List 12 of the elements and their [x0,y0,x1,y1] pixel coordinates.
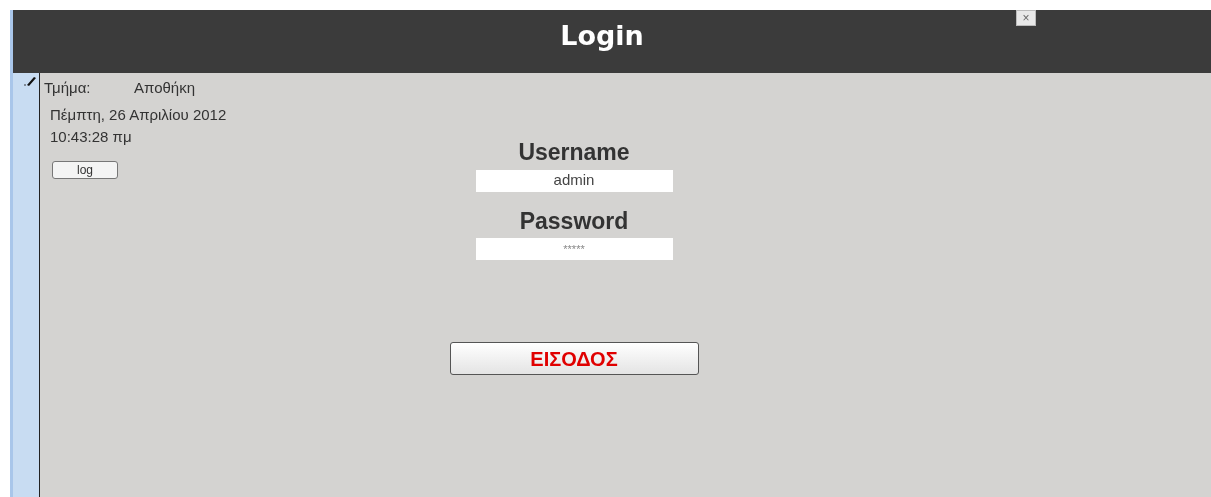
password-field[interactable]: ***** [475,238,673,260]
password-label: Password [519,206,629,236]
username-label: Username [518,138,630,167]
date-text: Πέμπτη, 26 Απριλίου 2012 [50,104,227,125]
window-title: Login [560,19,644,53]
close-button[interactable]: × [1016,10,1036,26]
department-label: Τμήμα: [44,78,92,98]
login-button[interactable]: ΕΙΣΟΔΟΣ [449,342,699,375]
username-field[interactable]: admin [475,169,673,192]
time-text: 10:43:28 πμ [50,127,133,147]
log-button[interactable]: log [52,160,118,179]
department-value: Αποθήκη [134,78,195,98]
